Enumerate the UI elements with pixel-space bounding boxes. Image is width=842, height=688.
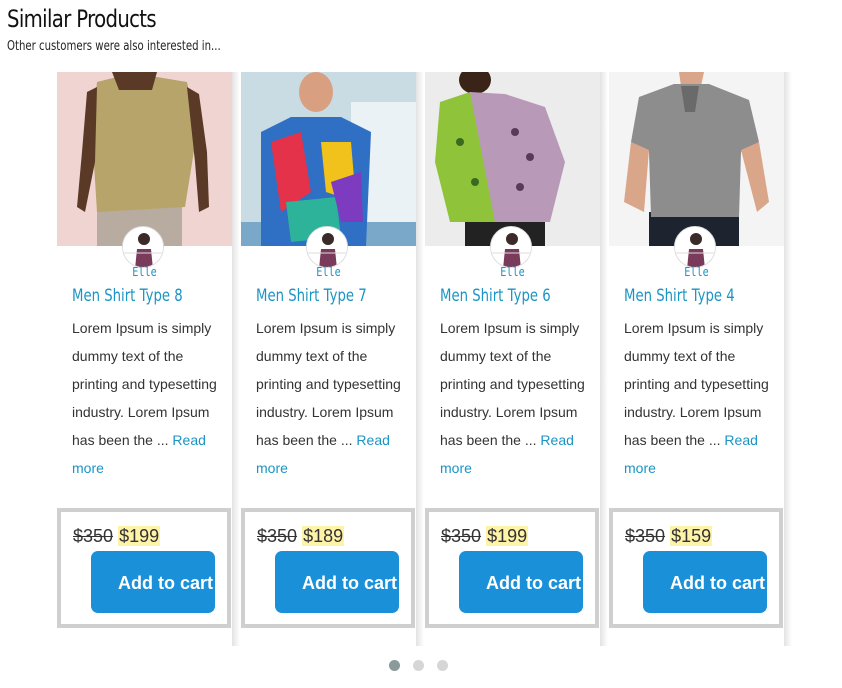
product-image[interactable] <box>425 72 600 246</box>
price-box: $350 $159 Add to cart <box>609 508 783 628</box>
brand-name[interactable]: Elle <box>254 265 403 279</box>
section-title: Similar Products <box>7 5 157 33</box>
description-text: Lorem Ipsum is simply dummy text of the … <box>624 320 769 448</box>
carousel-dot[interactable] <box>437 660 448 671</box>
product-carousel: Elle Men Shirt Type 8 Lorem Ipsum is sim… <box>57 72 792 646</box>
product-image[interactable] <box>241 72 416 246</box>
price-box: $350 $199 Add to cart <box>57 508 231 628</box>
product-card: Elle Men Shirt Type 6 Lorem Ipsum is sim… <box>425 72 608 646</box>
product-card: Elle Men Shirt Type 4 Lorem Ipsum is sim… <box>609 72 792 646</box>
original-price: $350 <box>73 526 114 546</box>
product-title[interactable]: Men Shirt Type 8 <box>72 286 183 306</box>
brand-avatar <box>674 226 716 268</box>
product-card: Elle Men Shirt Type 7 Lorem Ipsum is sim… <box>241 72 424 646</box>
original-price: $350 <box>625 526 666 546</box>
price-row: $350 $159 <box>625 526 713 547</box>
product-description: Lorem Ipsum is simply dummy text of the … <box>624 314 774 482</box>
add-to-cart-button[interactable]: Add to cart <box>459 551 583 613</box>
add-to-cart-button[interactable]: Add to cart <box>275 551 399 613</box>
add-to-cart-button[interactable]: Add to cart <box>643 551 767 613</box>
description-text: Lorem Ipsum is simply dummy text of the … <box>256 320 401 448</box>
carousel-dot[interactable] <box>413 660 424 671</box>
brand-name[interactable]: Elle <box>70 265 219 279</box>
price-box: $350 $199 Add to cart <box>425 508 599 628</box>
product-title[interactable]: Men Shirt Type 4 <box>624 286 735 306</box>
carousel-dot[interactable] <box>389 660 400 671</box>
price-row: $350 $199 <box>441 526 529 547</box>
section-subtitle: Other customers were also interested in.… <box>7 39 221 54</box>
sale-price: $159 <box>670 526 713 546</box>
price-row: $350 $199 <box>73 526 161 547</box>
section-heading: Similar Products Other customers were al… <box>7 5 281 54</box>
description-text: Lorem Ipsum is simply dummy text of the … <box>440 320 585 448</box>
product-image[interactable] <box>609 72 784 246</box>
product-description: Lorem Ipsum is simply dummy text of the … <box>440 314 590 482</box>
price-row: $350 $189 <box>257 526 345 547</box>
product-image[interactable] <box>57 72 232 246</box>
brand-name[interactable]: Elle <box>438 265 587 279</box>
original-price: $350 <box>441 526 482 546</box>
sale-price: $199 <box>118 526 161 546</box>
description-text: Lorem Ipsum is simply dummy text of the … <box>72 320 217 448</box>
product-title[interactable]: Men Shirt Type 6 <box>440 286 551 306</box>
sale-price: $189 <box>302 526 345 546</box>
sale-price: $199 <box>486 526 529 546</box>
product-description: Lorem Ipsum is simply dummy text of the … <box>256 314 406 482</box>
product-card: Elle Men Shirt Type 8 Lorem Ipsum is sim… <box>57 72 240 646</box>
brand-name[interactable]: Elle <box>622 265 771 279</box>
product-title[interactable]: Men Shirt Type 7 <box>256 286 367 306</box>
add-to-cart-button[interactable]: Add to cart <box>91 551 215 613</box>
original-price: $350 <box>257 526 298 546</box>
brand-avatar <box>122 226 164 268</box>
brand-avatar <box>490 226 532 268</box>
brand-avatar <box>306 226 348 268</box>
price-box: $350 $189 Add to cart <box>241 508 415 628</box>
product-description: Lorem Ipsum is simply dummy text of the … <box>72 314 222 482</box>
